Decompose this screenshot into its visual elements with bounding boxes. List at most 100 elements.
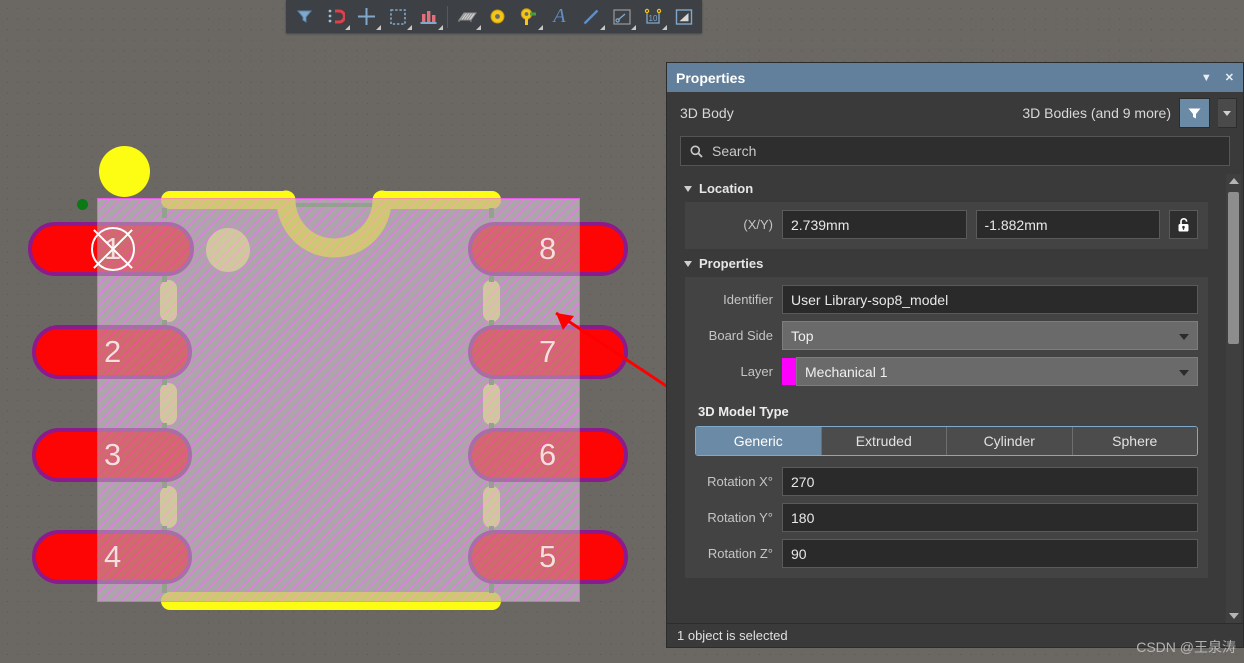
- panel-status-bar: 1 object is selected: [667, 623, 1243, 647]
- layer-value: Mechanical 1: [805, 363, 888, 380]
- model-type-title: 3D Model Type: [698, 404, 789, 419]
- object-count-label: 3D Bodies (and 9 more): [1022, 105, 1171, 121]
- search-input[interactable]: [712, 143, 1220, 159]
- model-type-option-cylinder[interactable]: Cylinder: [947, 427, 1073, 455]
- properties-panel-titlebar[interactable]: Properties ▼ ✕: [667, 63, 1243, 92]
- crosshair-tool-button[interactable]: [351, 2, 382, 31]
- section-header-location[interactable]: Location: [667, 174, 1221, 202]
- dropdown-corner: [662, 25, 667, 30]
- wrench-box-icon: [612, 8, 631, 25]
- search-box[interactable]: [680, 136, 1230, 166]
- board-side-row: Board Side Top: [695, 321, 1198, 350]
- location-x-input[interactable]: 2.739mm: [782, 210, 967, 239]
- filter-tool-button[interactable]: [289, 2, 320, 31]
- bars-icon: [420, 10, 437, 24]
- model-type-option-extruded[interactable]: Extruded: [821, 427, 947, 455]
- selection-status-text: 1 object is selected: [677, 628, 788, 643]
- rotation-x-label: Rotation X°: [707, 474, 773, 489]
- dropdown-corner: [438, 25, 443, 30]
- ruler-10-icon: 10: [644, 8, 661, 24]
- identifier-input[interactable]: User Library-sop8_model: [782, 285, 1198, 314]
- chevron-down-icon: [1223, 110, 1231, 116]
- silkscreen-marker-circle-large: [99, 146, 150, 197]
- component-tool-button[interactable]: [451, 2, 482, 31]
- object-filter-button[interactable]: [1179, 98, 1210, 128]
- xy-label: (X/Y): [743, 217, 773, 232]
- pad-icon: [520, 7, 536, 25]
- object-type-label: 3D Body: [680, 105, 734, 121]
- dropdown-corner: [476, 25, 481, 30]
- scrollbar-thumb[interactable]: [1228, 192, 1239, 344]
- component-body-overlay: [97, 198, 580, 602]
- board-side-value: Top: [791, 327, 814, 344]
- dropdown-corner: [600, 25, 605, 30]
- dropdown-corner: [407, 25, 412, 30]
- model-type-option-sphere[interactable]: Sphere: [1072, 427, 1197, 455]
- section-title-location: Location: [699, 181, 754, 196]
- rotation-x-row: Rotation X° 270: [695, 467, 1198, 496]
- rotation-z-row: Rotation Z° 90: [695, 539, 1198, 568]
- rotation-y-row: Rotation Y° 180: [695, 503, 1198, 532]
- dropdown-corner: [631, 25, 636, 30]
- funnel-icon: [296, 10, 313, 23]
- object-type-row: 3D Body 3D Bodies (and 9 more): [667, 92, 1243, 134]
- object-filter-dropdown-button[interactable]: [1218, 98, 1237, 128]
- polygon-tool-button[interactable]: [668, 2, 699, 31]
- measure-tool-button[interactable]: 10: [637, 2, 668, 31]
- location-lock-button[interactable]: [1169, 210, 1198, 239]
- scroll-down-arrow-icon[interactable]: [1228, 613, 1239, 619]
- dashed-rect-icon: [389, 8, 406, 25]
- text-tool-button[interactable]: A: [544, 2, 575, 31]
- layer-label: Layer: [740, 364, 773, 379]
- layer-select[interactable]: Mechanical 1: [796, 357, 1198, 386]
- dropdown-corner: [345, 25, 350, 30]
- rotation-x-input[interactable]: 270: [782, 467, 1198, 496]
- model-type-option-generic[interactable]: Generic: [696, 427, 822, 455]
- dimension-tool-button[interactable]: [606, 2, 637, 31]
- panel-collapse-icon[interactable]: ▼: [1201, 72, 1212, 84]
- panel-content: Location (X/Y) 2.739mm -1.882mm Properti…: [667, 174, 1221, 578]
- line-tool-button[interactable]: [575, 2, 606, 31]
- dropdown-corner: [376, 25, 381, 30]
- rotation-y-label: Rotation Y°: [707, 510, 773, 525]
- panel-title-text: Properties: [676, 69, 746, 86]
- board-side-select[interactable]: Top: [782, 321, 1198, 350]
- chevron-down-icon: [1179, 369, 1189, 376]
- area-select-tool-button[interactable]: [382, 2, 413, 31]
- search-wrapper: [667, 134, 1243, 174]
- scroll-up-arrow-icon[interactable]: [1228, 178, 1239, 184]
- location-group: (X/Y) 2.739mm -1.882mm: [685, 202, 1208, 249]
- pcb-toolbar[interactable]: A 10: [286, 0, 702, 33]
- section-header-properties[interactable]: Properties: [667, 249, 1221, 277]
- text-A-icon: A: [553, 5, 566, 27]
- funnel-icon: [1188, 108, 1201, 118]
- layers-tool-button[interactable]: [413, 2, 444, 31]
- rotation-y-input[interactable]: 180: [782, 503, 1198, 532]
- collapse-triangle-icon: [684, 185, 692, 192]
- via-icon: [490, 9, 505, 24]
- layer-color-swatch: [782, 358, 796, 385]
- toolbar-separator: [447, 5, 448, 28]
- chip-icon: [457, 12, 477, 22]
- identifier-row: Identifier User Library-sop8_model: [695, 285, 1198, 314]
- net-tool-button[interactable]: [320, 2, 351, 31]
- model-type-segmented-control[interactable]: Generic Extruded Cylinder Sphere: [695, 426, 1198, 456]
- location-y-input[interactable]: -1.882mm: [975, 210, 1160, 239]
- via-tool-button[interactable]: [482, 2, 513, 31]
- rotation-z-input[interactable]: 90: [782, 539, 1198, 568]
- unlocked-padlock-icon: [1178, 217, 1189, 231]
- scrollbar-track[interactable]: [1228, 188, 1239, 609]
- properties-group: Identifier User Library-sop8_model Board…: [685, 277, 1208, 578]
- panel-vertical-scrollbar[interactable]: [1226, 174, 1241, 623]
- panel-scroll-region[interactable]: Location (X/Y) 2.739mm -1.882mm Properti…: [667, 174, 1243, 623]
- application-window: 1 2 3 4 8 7 6 5: [0, 0, 1244, 663]
- svg-text:10: 10: [648, 14, 657, 23]
- section-title-properties: Properties: [699, 256, 764, 271]
- pad-tool-button[interactable]: [513, 2, 544, 31]
- properties-panel[interactable]: Properties ▼ ✕ 3D Body 3D Bodies (and 9 …: [666, 62, 1244, 648]
- chevron-down-icon: [1179, 333, 1189, 340]
- line-icon: [583, 9, 598, 24]
- poly-icon: [675, 8, 692, 25]
- panel-close-icon[interactable]: ✕: [1225, 71, 1234, 84]
- collapse-triangle-icon: [684, 260, 692, 267]
